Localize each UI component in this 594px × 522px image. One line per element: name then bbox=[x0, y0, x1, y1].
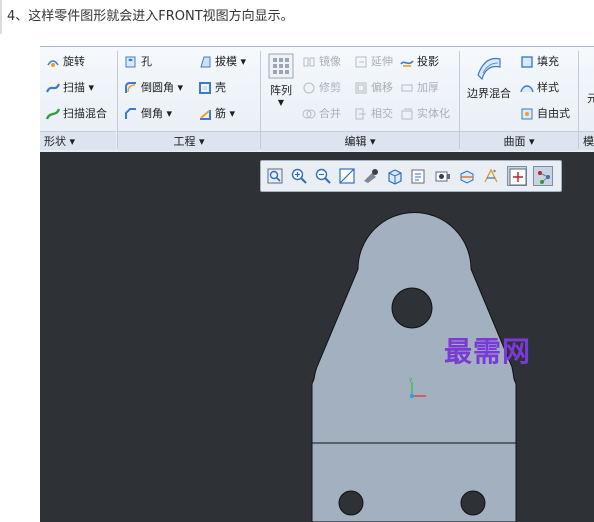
revolve-label: 旋转 bbox=[63, 55, 85, 68]
bottom-left-hole bbox=[338, 490, 364, 516]
boundary-blend-button[interactable]: 边界混合 bbox=[463, 51, 515, 101]
bottom-right-hole bbox=[460, 490, 486, 516]
draft-button[interactable]: 拔模 ▾ bbox=[198, 52, 246, 72]
article-caption: 4、这样零件图形就会进入FRONT视图方向显示。 bbox=[7, 9, 294, 24]
sweep-label: 扫描 ▾ bbox=[63, 81, 95, 94]
style-icon bbox=[520, 81, 534, 95]
shell-button[interactable]: 壳 bbox=[198, 78, 226, 98]
mirror-button[interactable]: 镜像 bbox=[302, 52, 341, 72]
pattern-icon bbox=[268, 53, 294, 79]
trim-button[interactable]: 修剪 bbox=[302, 78, 341, 98]
freestyle-button[interactable]: 自由式 bbox=[520, 104, 570, 124]
freestyle-icon bbox=[520, 107, 534, 121]
rib-button[interactable]: 筋 ▾ bbox=[198, 104, 235, 124]
project-label: 投影 bbox=[417, 55, 439, 68]
fill-label: 填充 bbox=[537, 55, 559, 68]
trim-label: 修剪 bbox=[319, 81, 341, 94]
creo-application-window: 旋转 扫描 ▾ 扫描混合 形状 ▾ 孔 拔模 ▾ 倒圆角 ▾ 壳 倒角 ▾ 筋 … bbox=[40, 46, 594, 522]
sweep-icon bbox=[46, 81, 60, 95]
hole-icon bbox=[124, 55, 138, 69]
merge-icon bbox=[302, 107, 316, 121]
merge-label: 合并 bbox=[319, 107, 341, 120]
pattern-button[interactable]: 阵列 ▼ bbox=[264, 51, 298, 108]
pattern-label: 阵列 bbox=[270, 84, 292, 97]
intersect-icon bbox=[354, 107, 368, 121]
trim-icon bbox=[302, 81, 316, 95]
intersect-label: 相交 bbox=[371, 107, 393, 120]
solidify-label: 实体化 bbox=[417, 107, 450, 120]
freestyle-label: 自由式 bbox=[537, 107, 570, 120]
shell-label: 壳 bbox=[215, 81, 226, 94]
chamfer-icon bbox=[124, 107, 138, 121]
offset-button[interactable]: 偏移 bbox=[354, 78, 393, 98]
sweep-button[interactable]: 扫描 ▾ bbox=[46, 78, 94, 98]
thicken-button[interactable]: 加厚 bbox=[400, 78, 439, 98]
revolve-button[interactable]: 旋转 bbox=[46, 52, 85, 72]
solidify-button[interactable]: 实体化 bbox=[400, 104, 450, 124]
chevron-down-icon: ▼ bbox=[277, 98, 285, 107]
group-surfaces-label[interactable]: 曲面 ▾ bbox=[460, 131, 578, 151]
chamfer-label: 倒角 ▾ bbox=[141, 107, 173, 120]
shell-icon bbox=[198, 81, 212, 95]
boundary-blend-icon bbox=[475, 53, 503, 81]
offset-label: 偏移 bbox=[371, 81, 393, 94]
fill-icon bbox=[520, 55, 534, 69]
style-button[interactable]: 样式 bbox=[520, 78, 559, 98]
mirror-icon bbox=[302, 55, 316, 69]
boundary-blend-label: 边界混合 bbox=[467, 87, 511, 100]
hole-label: 孔 bbox=[141, 55, 152, 68]
project-button[interactable]: 投影 bbox=[400, 52, 439, 72]
swept-blend-label: 扫描混合 bbox=[63, 107, 107, 120]
extend-button[interactable]: 延伸 bbox=[354, 52, 393, 72]
group-cutoff-label[interactable]: 模 bbox=[579, 131, 594, 150]
project-icon bbox=[400, 55, 414, 69]
swept-blend-icon bbox=[46, 107, 60, 121]
extend-icon bbox=[354, 55, 368, 69]
watermark-logo: 最需网 bbox=[444, 335, 532, 368]
top-hole bbox=[391, 287, 433, 329]
group-engineering-label[interactable]: 工程 ▾ bbox=[118, 131, 260, 151]
extend-label: 延伸 bbox=[371, 55, 393, 68]
caption-accent-bar bbox=[0, 0, 2, 34]
rib-label: 筋 ▾ bbox=[215, 107, 236, 120]
thicken-icon bbox=[400, 81, 414, 95]
rib-icon bbox=[198, 107, 212, 121]
revolve-icon bbox=[46, 55, 60, 69]
round-label: 倒圆角 ▾ bbox=[141, 81, 184, 94]
ribbon-model-tab: 旋转 扫描 ▾ 扫描混合 形状 ▾ 孔 拔模 ▾ 倒圆角 ▾ 壳 倒角 ▾ 筋 … bbox=[40, 46, 594, 153]
thicken-label: 加厚 bbox=[417, 81, 439, 94]
style-label: 样式 bbox=[537, 81, 559, 94]
group-editing-label[interactable]: 编辑 ▾ bbox=[261, 131, 459, 151]
draft-icon bbox=[198, 55, 212, 69]
swept-blend-button[interactable]: 扫描混合 bbox=[46, 104, 107, 124]
offset-icon bbox=[354, 81, 368, 95]
solidify-icon bbox=[400, 107, 414, 121]
mirror-label: 镜像 bbox=[319, 55, 341, 68]
draft-label: 拔模 ▾ bbox=[215, 55, 247, 68]
round-button[interactable]: 倒圆角 ▾ bbox=[124, 78, 183, 98]
group-shape-label[interactable]: 形状 ▾ bbox=[40, 131, 116, 150]
merge-button[interactable]: 合并 bbox=[302, 104, 341, 124]
intersect-button[interactable]: 相交 bbox=[354, 104, 393, 124]
svg-text:y: y bbox=[409, 376, 413, 383]
fill-button[interactable]: 填充 bbox=[520, 52, 559, 72]
hole-button[interactable]: 孔 bbox=[124, 52, 152, 72]
cutoff-group-item[interactable]: 元 bbox=[587, 89, 594, 109]
chamfer-button[interactable]: 倒角 ▾ bbox=[124, 104, 172, 124]
round-icon bbox=[124, 81, 138, 95]
